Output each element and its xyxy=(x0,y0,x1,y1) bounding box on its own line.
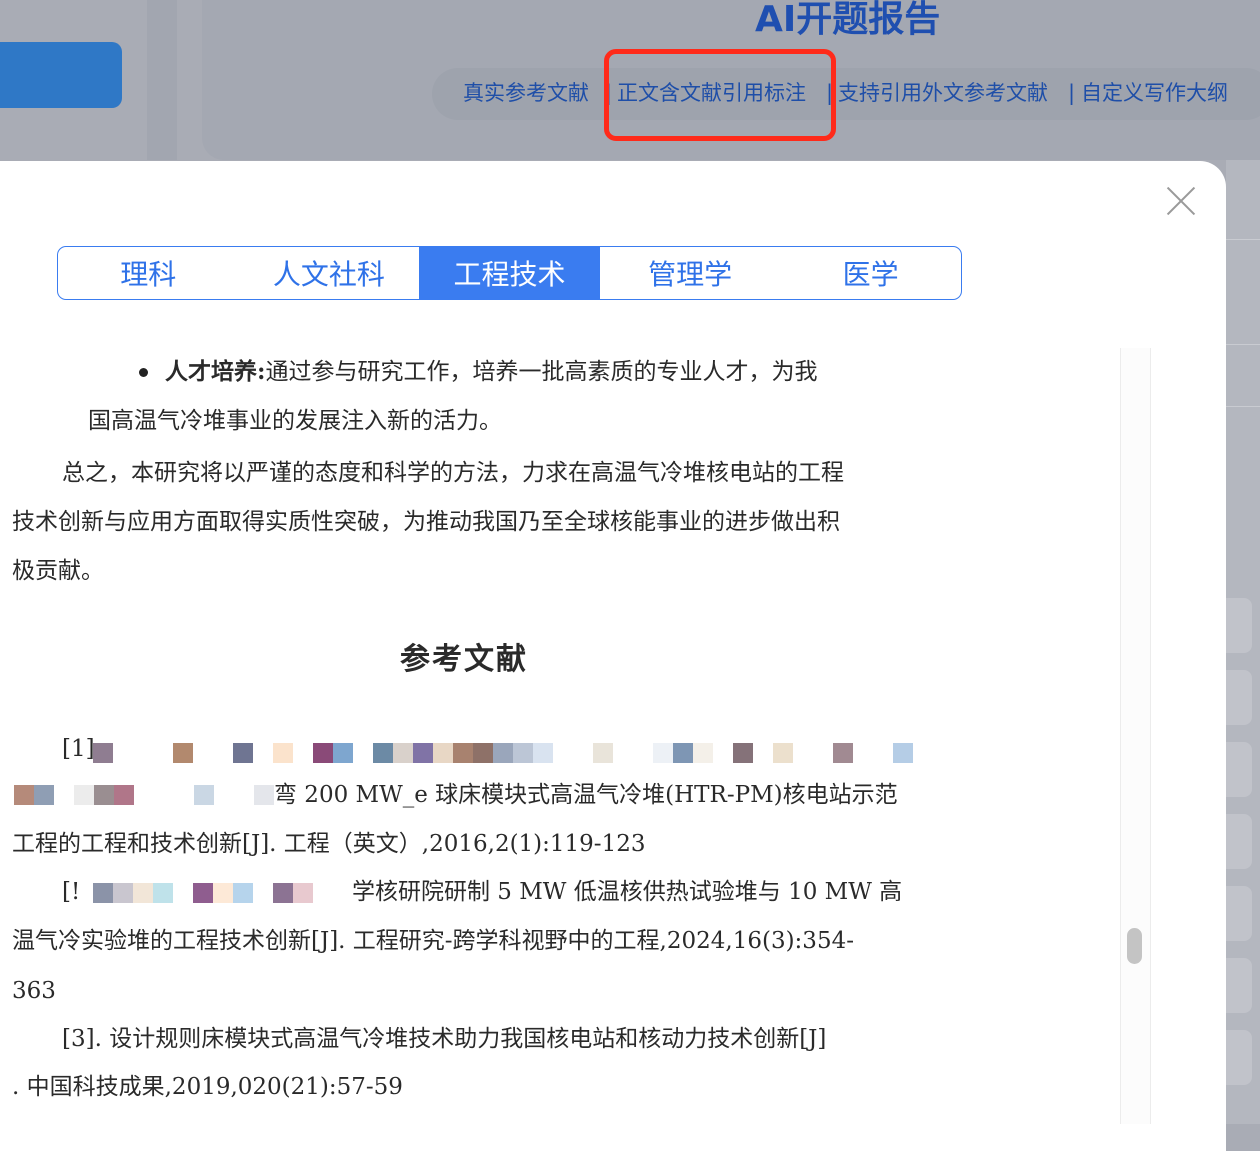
tab-medicine[interactable]: 医学 xyxy=(780,247,961,299)
paragraph-line: 国高温气冷堆事业的发展注入新的活力。 xyxy=(88,408,502,434)
tab-engineering[interactable]: 工程技术 xyxy=(419,247,600,299)
background-card xyxy=(1226,598,1252,653)
bullet-text: 通过参与研究工作，培养一批高素质的专业人才，为我 xyxy=(265,359,818,385)
tab-humanities[interactable]: 人文社科 xyxy=(239,247,420,299)
reference-text: 温气冷实验堆的工程技术创新[J]. 工程研究-跨学科视野中的工程,2024,16… xyxy=(12,928,854,954)
sample-preview-modal xyxy=(0,161,1226,1151)
reference-text: 学核研院研制 5 MW 低温核供热试验堆与 10 MW 高 xyxy=(352,879,903,905)
page-title: AI开题报告 xyxy=(755,0,941,40)
reference-text: . 中国科技成果,2019,020(21):57-59 xyxy=(12,1074,403,1100)
background-rule xyxy=(1226,239,1260,240)
feature-separator: | xyxy=(1068,81,1076,105)
discipline-tabs: 理科 人文社科 工程技术 管理学 医学 xyxy=(57,246,962,300)
tab-management[interactable]: 管理学 xyxy=(600,247,781,299)
scrollbar-thumb[interactable] xyxy=(1127,928,1142,964)
background-card xyxy=(1226,958,1252,1013)
reference-text: 工程的工程和技术创新[J]. 工程（英文）,2016,2(1):119-123 xyxy=(12,831,646,857)
background-rule xyxy=(1226,344,1260,345)
references-heading: 参考文献 xyxy=(400,642,528,677)
paragraph-line: 技术创新与应用方面取得实质性突破，为推动我国乃至全球核能事业的进步做出积 xyxy=(12,509,840,535)
background-divider xyxy=(147,0,177,160)
reference-text: [3]. 设计规则床模块式高温气冷堆技术助力我国核电站和核动力技术创新[J] xyxy=(62,1026,827,1052)
background-card xyxy=(1226,742,1252,797)
highlight-annotation-box xyxy=(604,49,836,141)
feature-foreign-references: 支持引用外文参考文献 xyxy=(838,81,1048,105)
redacted-mosaic xyxy=(93,743,913,763)
background-card xyxy=(1226,814,1252,869)
background-card xyxy=(1226,1030,1252,1085)
reference-text: 363 xyxy=(12,978,56,1004)
redacted-mosaic xyxy=(14,785,274,805)
feature-real-references: 真实参考文献 xyxy=(463,81,589,105)
reference-text: 弯 200 MW_e 球床模块式高温气冷堆(HTR-PM)核电站示范 xyxy=(274,782,898,808)
feature-custom-outline: 自定义写作大纲 xyxy=(1081,81,1228,105)
background-card xyxy=(1226,670,1252,725)
bullet-icon xyxy=(139,368,148,377)
close-icon[interactable] xyxy=(1166,186,1196,216)
bullet-line: 人才培养:通过参与研究工作，培养一批高素质的专业人才，为我 xyxy=(165,356,818,388)
background-rule xyxy=(1226,406,1260,407)
tab-science[interactable]: 理科 xyxy=(58,247,239,299)
redacted-mosaic xyxy=(93,883,313,903)
paragraph-line: 极贡献。 xyxy=(12,558,104,584)
reference-number: [! xyxy=(62,879,81,905)
paragraph-line: 总之，本研究将以严谨的态度和科学的方法，力求在高温气冷堆核电站的工程 xyxy=(62,460,844,486)
reference-number: [1] xyxy=(62,736,95,762)
bullet-label: 人才培养: xyxy=(165,358,266,385)
background-card xyxy=(1226,886,1252,941)
scrollbar-track[interactable] xyxy=(1120,348,1151,1124)
background-action-button xyxy=(0,42,122,108)
